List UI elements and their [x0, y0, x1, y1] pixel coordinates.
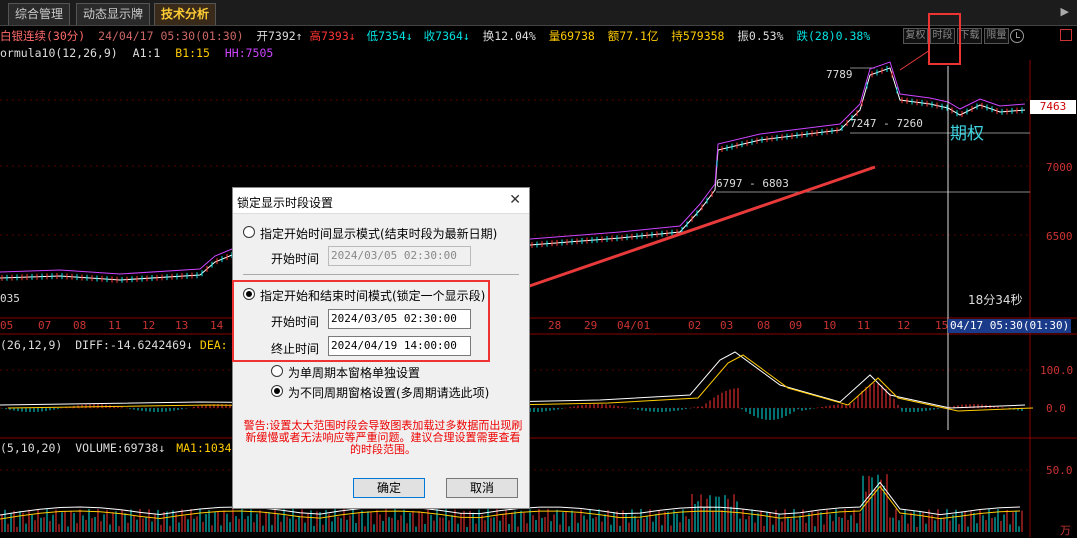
date-axis-label: 08	[757, 319, 771, 332]
macd-axis-100: 100.0	[1040, 364, 1074, 377]
macd-params: (26,12,9)	[0, 338, 63, 352]
date-axis-label: 11	[108, 319, 122, 332]
multi-period-label: 为不同周期窗格设置(多周期请选此项)	[288, 386, 490, 400]
dialog-separator	[243, 274, 519, 275]
date-axis-label: 28	[548, 319, 562, 332]
date-axis: 05 07 08 11 12 13 14 28 29 04/01 02 03 08 09 10 11 12 15	[0, 319, 1077, 333]
volume-value-label: VOLUME:69738↓	[75, 441, 166, 455]
date-axis-label: 04/01	[617, 319, 651, 332]
date-axis-label: 03	[720, 319, 734, 332]
kline-chart[interactable]	[0, 0, 1077, 537]
date-axis-label: 12	[142, 319, 156, 332]
volume-unit: 万	[1060, 524, 1071, 537]
price-axis-6500: 6500	[1046, 230, 1073, 243]
date-axis-label: 09	[789, 319, 803, 332]
date-axis-label: 05	[0, 319, 14, 332]
date-axis-label: 11	[857, 319, 871, 332]
single-period-radio[interactable]	[271, 365, 283, 377]
last-price-tag: 7463	[1030, 100, 1076, 114]
volume-axis-50: 50.0	[1046, 464, 1073, 477]
close-icon[interactable]: ✕	[509, 192, 521, 208]
macd-axis-0: 0.0	[1046, 402, 1066, 415]
date-axis-label: 12	[897, 319, 911, 332]
date-axis-label: 10	[823, 319, 837, 332]
volume-info-bar: (5,10,20) VOLUME:69738↓ MA1:103473	[0, 441, 245, 455]
price-axis-7000: 7000	[1046, 161, 1073, 174]
band1-label: 7247 - 7260	[850, 117, 923, 130]
period-high-label: 7789	[826, 68, 853, 81]
low-label: 035	[0, 292, 20, 305]
date-axis-label: 29	[584, 319, 598, 332]
dialog-titlebar: 锁定显示时段设置 ✕	[233, 188, 529, 214]
chart-grid	[0, 60, 1077, 537]
macd-diff: DIFF:-14.6242469↓	[75, 338, 193, 352]
highlight-box	[928, 13, 961, 65]
macd-dea: DEA:	[199, 338, 228, 352]
warning-text: 警告:设置太大范围时段会导致图表加载过多数据而出现刷新缓慢或者无法响应等严重问题…	[243, 419, 523, 456]
annotation-arrow	[511, 165, 876, 294]
options-overlay-text: 期权	[950, 124, 984, 144]
mode1-start-label: 开始时间	[271, 252, 320, 266]
cursor-date-label: 04/17 05:30(01:30)	[948, 319, 1072, 333]
cancel-button[interactable]: 取消	[446, 478, 518, 498]
date-axis-label: 08	[73, 319, 87, 332]
multi-period-radio[interactable]	[271, 385, 283, 397]
dialog-title: 锁定显示时段设置	[237, 196, 334, 210]
mode1-start-input[interactable]: 2024/03/05 02:30:00	[328, 246, 471, 266]
band2-label: 6797 - 6803	[716, 177, 789, 190]
mode1-radio[interactable]	[243, 226, 255, 238]
date-axis-label: 02	[688, 319, 702, 332]
date-axis-label: 15	[935, 319, 949, 332]
mode2-highlight-box	[232, 280, 490, 362]
single-period-label: 为单周期本窗格单独设置	[288, 366, 421, 380]
date-axis-label: 14	[210, 319, 224, 332]
macd-info-bar: (26,12,9) DIFF:-14.6242469↓ DEA:	[0, 338, 228, 352]
ok-button[interactable]: 确定	[353, 478, 425, 498]
countdown-label: 18分34秒	[968, 293, 1023, 307]
volume-params: (5,10,20)	[0, 441, 63, 455]
date-axis-label: 13	[175, 319, 189, 332]
date-axis-label: 07	[38, 319, 52, 332]
mode1-label: 指定开始时间显示模式(结束时段为最新日期)	[260, 227, 498, 241]
